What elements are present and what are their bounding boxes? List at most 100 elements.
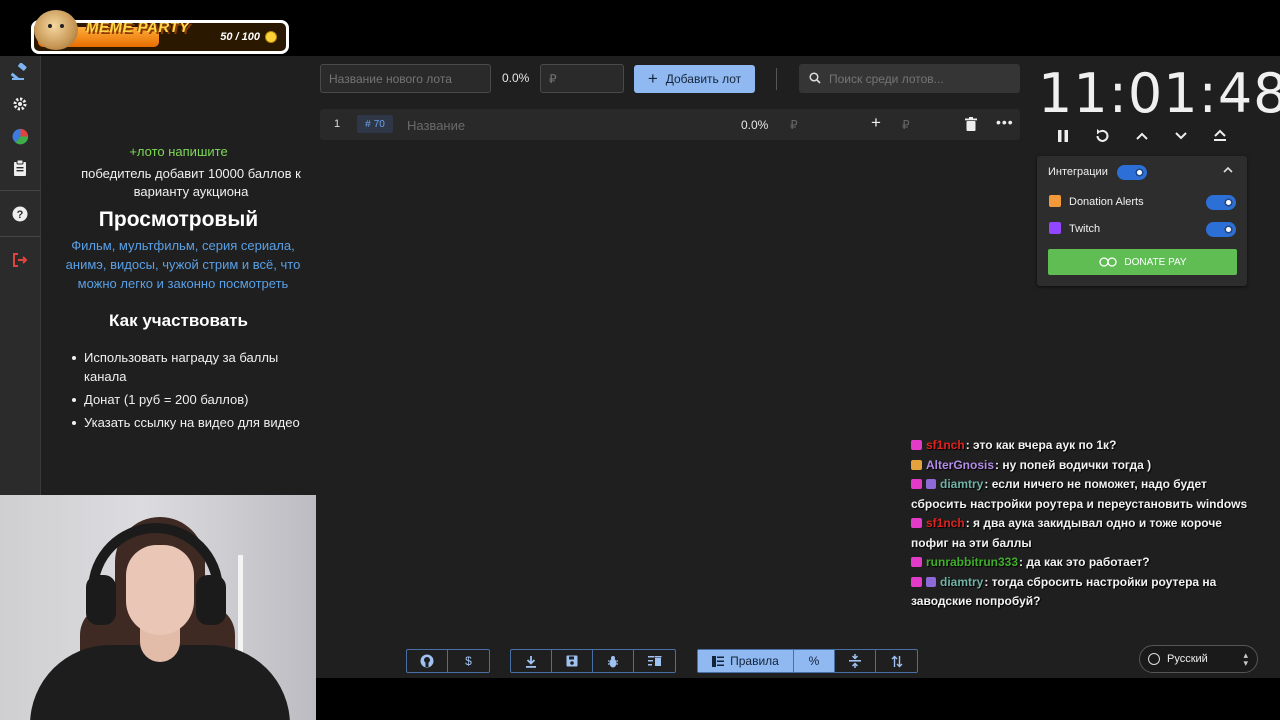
doge-icon [34,10,78,50]
search-icon [809,72,821,84]
pink-badge-icon [911,576,922,587]
chat-text: : ну попей водички тогда ) [995,457,1152,472]
chat-text: : да как это работает? [1019,555,1150,569]
pink-badge-icon [911,557,922,567]
lot-row: 1 # 70 Название 0.0% ₽ + ₽ ••• [320,109,1020,140]
chevron-up-double-icon[interactable] [1210,126,1230,146]
chat-nick: diamtry [940,477,984,491]
rules-description: Фильм, мультфильм, серия сериала, анимэ,… [65,238,301,291]
stats-icon[interactable] [9,125,31,147]
sub-badge-icon [926,576,936,587]
plus-icon: + [647,69,658,88]
chevron-up-icon[interactable] [1223,164,1233,176]
integrations-title: Интеграции [1048,166,1108,178]
nav-divider [0,236,41,237]
pause-icon[interactable] [1053,126,1073,146]
lot-add-amount-icon[interactable]: + [871,113,881,133]
view-options-group: Правила % [697,649,918,673]
compact-icon[interactable] [835,650,876,672]
clipboard-icon[interactable] [9,157,31,179]
headphone-ear [86,575,116,625]
logout-icon[interactable] [9,249,31,271]
auction-icon[interactable] [9,61,31,83]
file-actions-group [510,649,676,673]
select-arrows-icon: ▴ ▾ [1243,650,1248,668]
lot-index: 1 [334,118,341,130]
new-lot-percent: 0.0% [502,71,530,85]
download-icon[interactable] [511,650,552,672]
rules-panel: +лото напишите победитель добавит 10000 … [41,56,316,496]
headphone-ear [196,575,226,625]
add-lot-label: Добавить лот [665,72,742,86]
donate-pay-button[interactable]: DONATE PAY [1048,249,1237,275]
stream-overlay-top: MEME PARTY 50 / 100 [0,0,1280,56]
rules-button[interactable]: Правила [698,650,794,672]
chat-nick: diamtry [940,574,984,589]
lot-search-input[interactable] [829,64,1014,93]
twitch-label: Twitch [1069,223,1101,235]
chat-message: sf1nch: это как вчера аук по 1к? [911,436,1261,456]
sort-icon[interactable] [876,650,917,672]
meme-party-counter: 50 / 100 [220,31,260,43]
help-icon[interactable]: ? [9,203,31,225]
donation-alerts-toggle[interactable] [1206,195,1236,210]
chevron-down-icon[interactable] [1171,126,1191,146]
sub-badge-icon [926,479,936,489]
add-lot-button[interactable]: + Добавить лот [634,65,755,93]
chat-message: diamtry: тогда сбросить настройки роутер… [911,573,1261,612]
globe-icon [1148,653,1160,665]
chat-text: : это как вчера аук по 1к? [965,438,1117,452]
settings-icon[interactable] [9,93,31,115]
lot-search [799,64,1020,93]
github-icon[interactable] [407,650,448,672]
more-icon[interactable]: ••• [996,114,1014,130]
toolbar-divider [776,68,777,90]
hash-icon: # [365,118,371,130]
dollar-icon[interactable]: $ [448,650,489,672]
lot-amount-field[interactable]: ₽ [790,118,798,132]
rules-subheading: Как участвовать [109,311,248,330]
lot-add-amount-field[interactable]: ₽ [902,118,910,132]
donation-alerts-label: Donation Alerts [1069,196,1144,208]
chat-overlay: sf1nch: это как вчера аук по 1к? AlterGno… [911,436,1261,656]
chat-nick: sf1nch [926,438,965,452]
percent-icon[interactable]: % [794,650,835,672]
rules-lotto-hint: +лото напишите [129,144,228,159]
rules-icon [712,655,725,667]
auction-main: 0.0% + Добавить лот 1 # 70 Название 0.0%… [316,56,1280,678]
rules-lotto-reward: победитель добавит 10000 баллов к вариан… [81,166,301,199]
rules-list-item: Указать ссылку на видео для видео [72,413,309,432]
nav-divider [0,190,41,191]
sidebar-nav: ? [0,56,41,496]
bug-icon[interactable] [593,650,634,672]
webcam-feed [0,495,316,720]
coin-icon [265,31,277,43]
save-icon[interactable] [552,650,593,672]
rules-list-item: Донат (1 руб = 200 баллов) [72,390,309,409]
meme-party-title: MEME PARTY [86,20,190,36]
language-label: Русский [1167,653,1208,665]
language-select[interactable]: Русский ▴ ▾ [1139,645,1258,673]
crown-badge-icon [911,459,922,470]
chevron-up-icon[interactable] [1132,126,1152,146]
trash-icon[interactable] [965,117,977,131]
twitch-toggle[interactable] [1206,222,1236,237]
integrations-toggle[interactable] [1117,165,1147,180]
new-lot-name-input[interactable] [320,64,491,93]
new-lot-amount-input[interactable] [540,64,624,93]
donate-pay-label: DONATE PAY [1124,256,1187,268]
lot-id: 70 [373,118,385,130]
reset-icon[interactable] [1092,126,1112,146]
clear-list-icon[interactable] [634,650,675,672]
integrations-panel: Интеграции Donation Alerts Twitch DONATE… [1037,156,1247,286]
rules-list-item: Использовать награду за баллы канала [72,348,309,386]
pink-badge-icon [911,518,922,528]
pink-badge-icon [911,440,922,450]
lot-id-badge: # 70 [357,115,393,133]
chat-nick: AlterGnosis [926,457,995,472]
rules-list: Использовать награду за баллы канала Дон… [72,348,309,436]
chat-message: AlterGnosis: ну попей водички тогда ) [911,456,1261,476]
lot-name-field[interactable]: Название [407,118,465,133]
chat-message: diamtry: если ничего не поможет, надо бу… [911,475,1261,514]
links-group: $ [406,649,490,673]
